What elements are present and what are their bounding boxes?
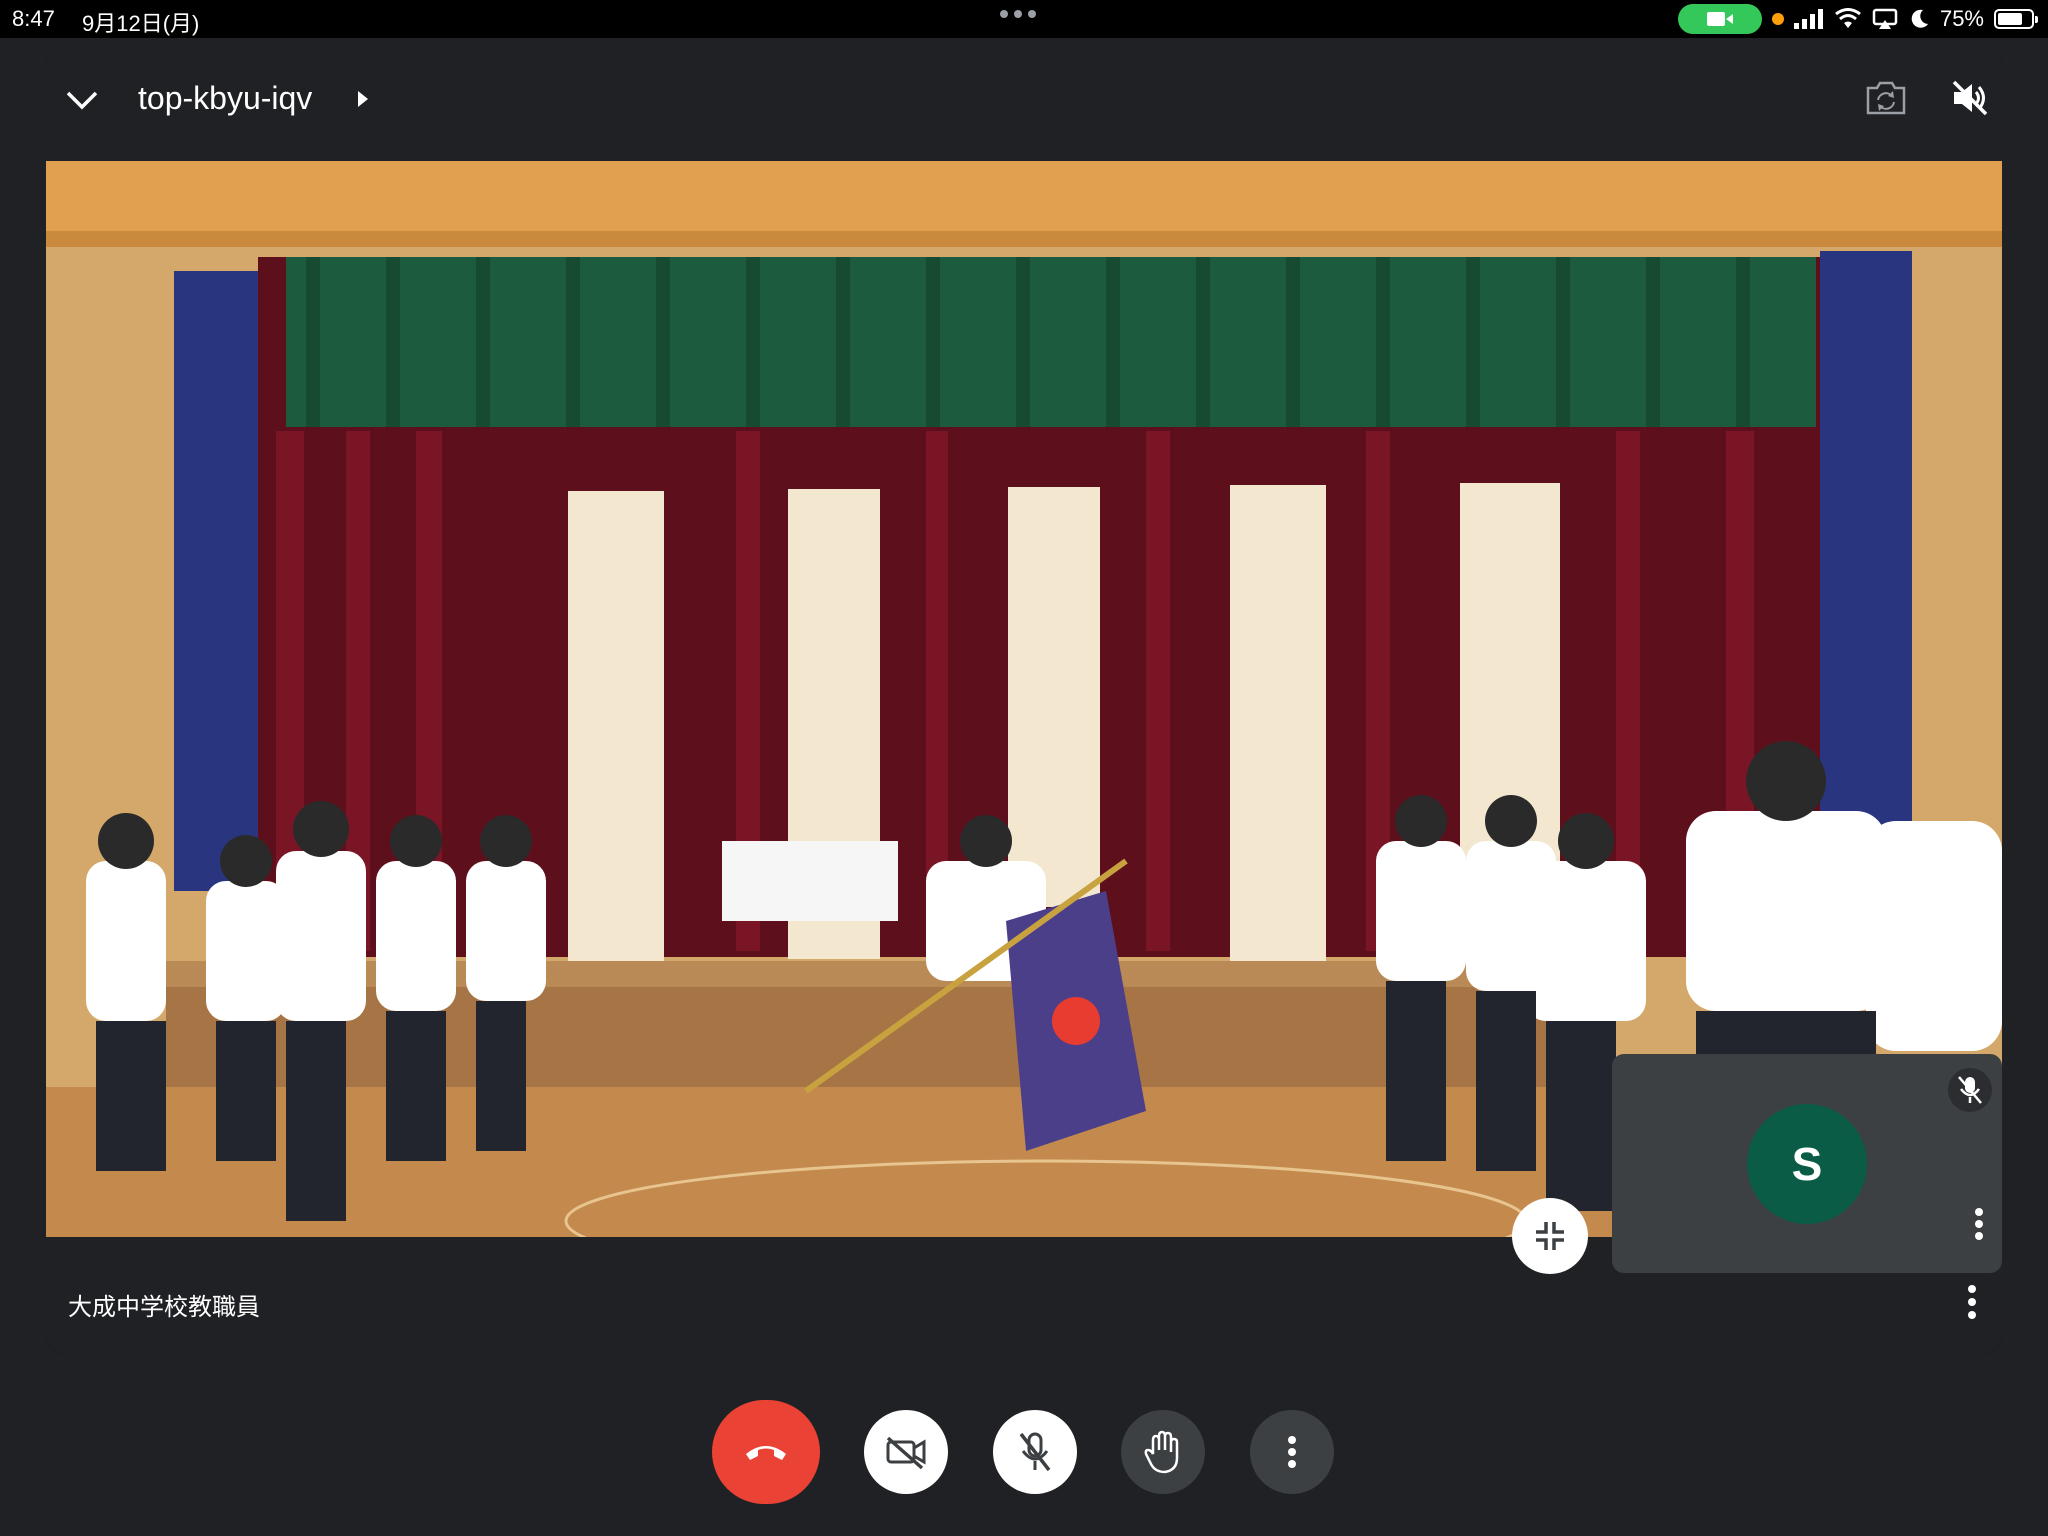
video-icon [1706, 12, 1733, 26]
flip-camera-icon[interactable] [1854, 66, 1918, 130]
screen: 8:47 9月12日(月) 75% top-kbyu-iqv 大成中学校教職員 … [0, 0, 2048, 1536]
wifi-icon [1835, 8, 1861, 28]
speaker-off-icon[interactable] [1938, 66, 2002, 130]
more-vert-icon[interactable] [1952, 1277, 1992, 1327]
caret-right-icon[interactable] [348, 84, 378, 114]
meeting-code[interactable]: top-kbyu-iqv [138, 68, 312, 128]
raise-hand-icon [1144, 1430, 1179, 1474]
do-not-disturb-moon-icon [1911, 9, 1928, 28]
battery-level [1998, 13, 2022, 25]
mic-off-icon [1948, 1068, 1992, 1112]
microphone-in-use-dot [1771, 13, 1784, 25]
mic-toggle-button[interactable] [993, 1410, 1077, 1494]
status-time: 8:47 [12, 6, 55, 31]
phone-hangup-icon [746, 1446, 786, 1460]
battery-icon [1994, 9, 2038, 29]
cellular-signal-icon [1793, 9, 1823, 29]
meeting-topbar: top-kbyu-iqv [46, 46, 2002, 161]
status-indicators: 75% [1677, 4, 2038, 34]
camera-toggle-button[interactable] [864, 1410, 948, 1494]
more-options-button[interactable] [1250, 1410, 1334, 1494]
mic-off-icon [1019, 1432, 1051, 1472]
multitasking-dots-icon[interactable] [1000, 10, 1036, 18]
chevron-down-icon[interactable] [54, 72, 110, 128]
call-controls [0, 1400, 2048, 1504]
avatar: S [1747, 1104, 1867, 1224]
participant-name: 大成中学校教職員 [68, 1294, 260, 1321]
status-date: 9月12日(月) [82, 11, 200, 36]
more-vert-icon[interactable] [1964, 1204, 1994, 1244]
shrink-icon[interactable] [1512, 1198, 1588, 1274]
camera-off-icon [886, 1436, 926, 1470]
status-bar: 8:47 9月12日(月) 75% [0, 0, 2048, 38]
raise-hand-button[interactable] [1121, 1410, 1205, 1494]
end-call-button[interactable] [712, 1400, 820, 1504]
camera-in-use-indicator [1677, 4, 1762, 34]
self-view-tile[interactable]: S [1612, 1054, 2002, 1273]
more-vert-icon [1288, 1436, 1296, 1468]
screen-mirroring-icon [1872, 8, 1898, 29]
battery-percent: 75% [1939, 6, 1984, 31]
